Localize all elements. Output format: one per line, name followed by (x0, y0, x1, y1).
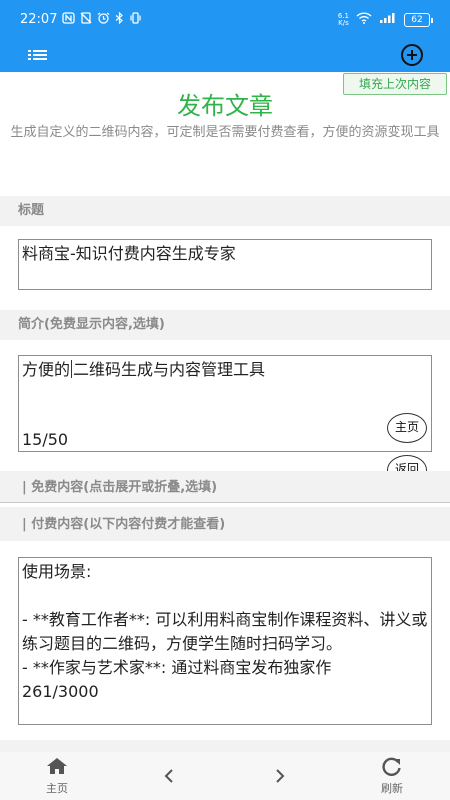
status-bar: 22:07 6.1 K/s 62 (0, 0, 450, 40)
free-content-toggle[interactable]: | 免费内容(点击展开或折叠,选填) (0, 471, 450, 503)
text-cursor (71, 360, 73, 378)
battery-indicator: 62 (404, 12, 433, 27)
intro-char-count: 15/50 (22, 430, 69, 449)
intro-label: 简介(免费显示内容,选填) (0, 310, 450, 340)
intro-input[interactable]: 方便的 二维码生成与内容管理工具 15/50 (18, 355, 432, 452)
intro-text-after-cursor: 二维码生成与内容管理工具 (73, 360, 266, 379)
status-left: 22:07 (20, 11, 142, 27)
bottom-nav: 主页 刷新 (0, 752, 450, 800)
bottom-divider (0, 740, 450, 752)
refresh-icon (382, 757, 401, 776)
app-bar (0, 40, 450, 72)
bluetooth-icon (115, 11, 124, 27)
no-sim-icon (80, 12, 92, 27)
nav-home-label: 主页 (46, 782, 68, 795)
paid-content-label: | 付费内容(以下内容付费才能查看) (0, 507, 450, 541)
network-speed: 6.1 K/s (338, 12, 349, 27)
chevron-left-icon (164, 769, 173, 783)
title-input[interactable]: 料商宝-知识付费内容生成专家 (18, 239, 432, 290)
nav-forward[interactable] (250, 756, 310, 796)
chevron-right-icon (276, 769, 285, 783)
nav-home[interactable]: 主页 (27, 756, 87, 796)
page-subtitle: 生成自定义的二维码内容，可定制是否需要付费查看，方便的资源变现工具 (10, 125, 440, 140)
nav-back[interactable] (139, 756, 199, 796)
vibrate-icon (129, 12, 142, 27)
status-time: 22:07 (20, 12, 58, 27)
nfc-icon (62, 12, 76, 27)
paid-content-text: 使用场景: - **教育工作者**: 可以利用料商宝制作课程资料、讲义或练习题目… (22, 562, 428, 677)
home-icon (47, 758, 67, 774)
paid-char-count: 261/3000 (22, 682, 99, 701)
signal-icon (379, 12, 397, 27)
nav-refresh-label: 刷新 (381, 782, 403, 795)
floating-home-button[interactable]: 主页 (387, 413, 427, 443)
intro-text-before-cursor: 方便的 (22, 360, 71, 379)
title-label: 标题 (0, 196, 450, 226)
network-speed-unit: K/s (338, 18, 349, 27)
menu-icon[interactable] (26, 45, 50, 65)
paid-content-input[interactable]: 使用场景: - **教育工作者**: 可以利用料商宝制作课程资料、讲义或练习题目… (18, 557, 432, 725)
alarm-icon (97, 12, 110, 27)
nav-refresh[interactable]: 刷新 (362, 756, 422, 796)
wifi-icon (356, 12, 372, 27)
page-title: 发布文章 (177, 92, 273, 120)
status-right: 6.1 K/s 62 (338, 12, 433, 27)
plus-circle-icon[interactable] (400, 43, 424, 67)
